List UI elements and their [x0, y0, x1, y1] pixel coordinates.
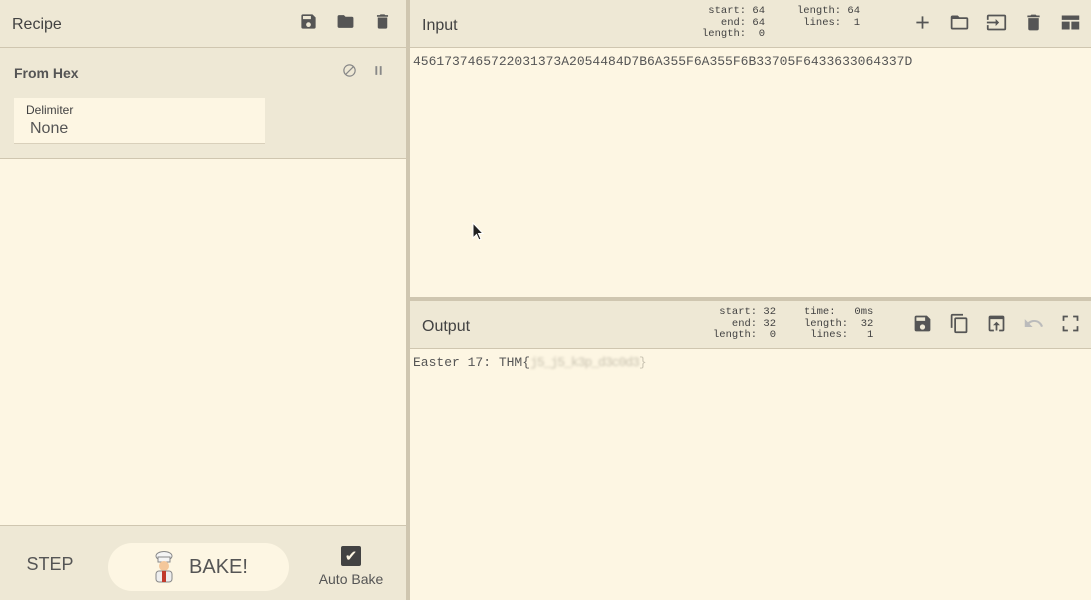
delimiter-select[interactable] [30, 120, 250, 138]
replace-input-icon[interactable] [986, 313, 1007, 334]
output-length-stats: time: 0ms length: 32 lines: 1 [804, 306, 874, 341]
trash-icon[interactable] [373, 12, 392, 31]
operation-title: From Hex [14, 65, 79, 81]
chef-icon [155, 551, 173, 583]
input-title: Input [422, 17, 458, 34]
undo-icon[interactable] [1023, 313, 1044, 334]
output-suffix: } [638, 355, 647, 370]
input-file-icon[interactable] [986, 12, 1007, 33]
input-panel: Input start: 64 end: 64 length: 0 length… [410, 0, 1091, 297]
input-header: Input start: 64 end: 64 length: 0 length… [410, 0, 1091, 48]
redacted-flag: j5_j5_k3p_d3c0d3 [530, 355, 640, 370]
output-text: Easter 17: THM{j5_j5_k3p_d3c0d3} [413, 355, 647, 370]
clear-input-icon[interactable] [1023, 12, 1044, 33]
recipe-header: Recipe [0, 0, 406, 48]
output-header: Output start: 32 end: 32 length: 0 time:… [410, 301, 1091, 349]
disable-icon[interactable] [342, 63, 357, 78]
save-output-icon[interactable] [912, 313, 933, 334]
save-icon[interactable] [299, 12, 318, 31]
folder-icon[interactable] [336, 12, 355, 31]
recipe-title: Recipe [12, 16, 62, 33]
input-selection-stats: start: 64 end: 64 length: 0 [702, 5, 766, 40]
open-folder-icon[interactable] [949, 12, 970, 33]
output-prefix: Easter 17: THM{ [413, 355, 531, 370]
input-length-stats: length: 64 lines: 1 [797, 5, 861, 29]
bake-controls: STEP BAKE! ✔ Auto Bake [0, 525, 406, 600]
checkbox-checked-icon[interactable]: ✔ [341, 546, 361, 566]
input-textarea[interactable]: 4561737465722031373A2054484D7B6A355F6A35… [413, 54, 912, 69]
autobake-toggle[interactable]: ✔ Auto Bake [314, 546, 388, 587]
output-panel: Output start: 32 end: 32 length: 0 time:… [410, 301, 1091, 600]
add-tab-icon[interactable] [912, 12, 933, 33]
recipe-panel: Recipe From Hex Delimiter None STEP BAKE… [0, 0, 406, 600]
autobake-label: Auto Bake [318, 571, 384, 587]
bake-label: BAKE! [189, 555, 248, 578]
pause-icon[interactable] [371, 63, 386, 78]
layout-icon[interactable] [1060, 12, 1081, 33]
delimiter-field[interactable]: Delimiter [14, 98, 265, 144]
output-selection-stats: start: 32 end: 32 length: 0 [713, 306, 777, 341]
fullscreen-icon[interactable] [1060, 313, 1081, 334]
copy-icon[interactable] [949, 313, 970, 334]
output-title: Output [422, 318, 471, 335]
delimiter-label: Delimiter [26, 103, 74, 117]
bake-button[interactable]: BAKE! [108, 543, 289, 591]
operation-from-hex[interactable]: From Hex Delimiter [0, 48, 406, 159]
step-button[interactable]: STEP [14, 554, 86, 582]
mouse-cursor-icon [472, 222, 484, 241]
